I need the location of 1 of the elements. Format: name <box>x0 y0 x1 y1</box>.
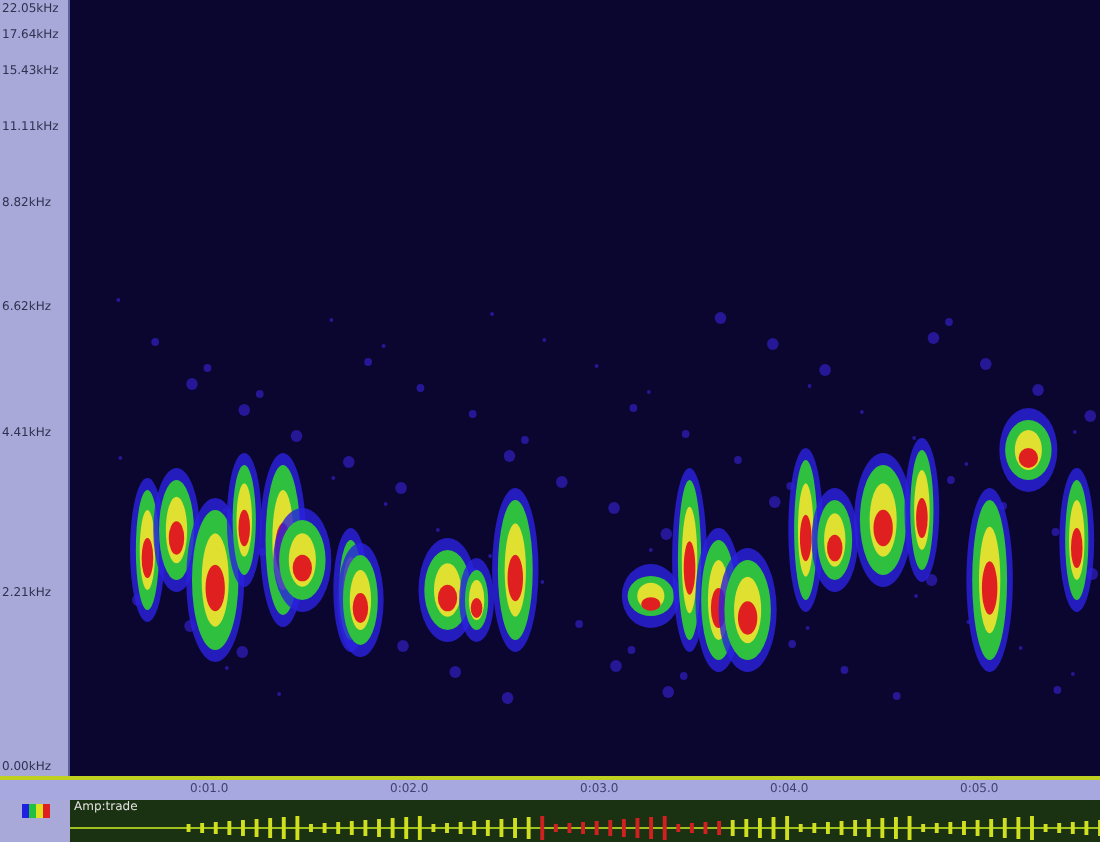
color-scale-icon <box>19 804 51 818</box>
